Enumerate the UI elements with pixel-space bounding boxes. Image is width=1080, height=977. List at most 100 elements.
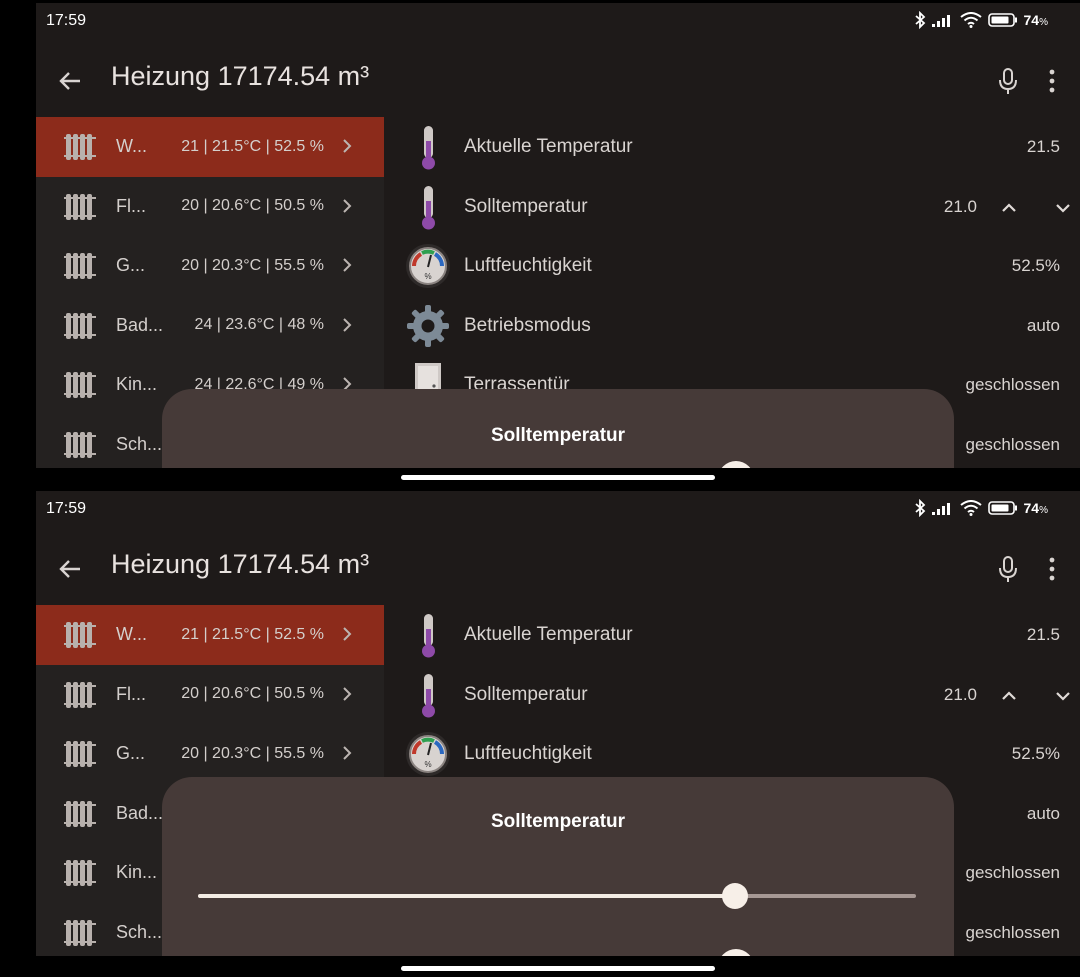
bottom-sheet: Solltemperatur (162, 389, 954, 468)
app-screen: 17:59 74% Heizung 17174.54 m³ W... 21 | … (36, 491, 1080, 956)
detail-label[interactable]: Solltemperatur (464, 196, 588, 218)
sheet-title: Solltemperatur (490, 811, 626, 832)
detail-row-current-temp: Aktuelle Temperatur 21.5 (396, 117, 1080, 177)
wifi-icon (959, 12, 982, 28)
chevron-down-icon[interactable] (1050, 195, 1076, 221)
radiator-icon (64, 431, 96, 458)
room-name: W... (116, 136, 147, 157)
room-item[interactable]: Fl... 20 | 20.6°C | 50.5 % (36, 665, 384, 725)
battery-icon (987, 501, 1017, 515)
detail-value: auto (1026, 803, 1060, 823)
back-arrow-icon[interactable] (52, 551, 88, 587)
chevron-right-icon (343, 139, 352, 153)
room-summary: 21 | 21.5°C | 52.5 % (181, 137, 324, 155)
room-name: Bad... (116, 802, 164, 823)
chevron-up-icon[interactable] (996, 195, 1022, 221)
chevron-right-icon (343, 746, 352, 760)
radiator-icon (64, 193, 96, 220)
cellular-signal-icon (931, 503, 950, 515)
page-title: Heizung 17174.54 m³ (111, 549, 370, 579)
room-name: Sch... (116, 433, 163, 454)
thermometer-icon (422, 185, 435, 229)
thermometer-icon (422, 673, 435, 717)
room-item[interactable]: G... 20 | 20.3°C | 55.5 % (36, 724, 384, 784)
room-name: G... (116, 255, 146, 276)
detail-row-humidity: % Luftfeuchtigkeit 52.5% (396, 724, 1080, 784)
microphone-icon[interactable] (990, 551, 1026, 587)
detail-label: Aktuelle Temperatur (464, 624, 633, 645)
chevron-right-icon (343, 317, 352, 332)
microphone-icon[interactable] (990, 63, 1026, 99)
room-name: Fl... (116, 195, 146, 216)
bluetooth-icon (914, 11, 925, 29)
room-item[interactable]: Bad... 24 | 23.6°C | 48 % (36, 296, 384, 356)
app-bar: Heizung 17174.54 m³ (36, 47, 1080, 111)
room-name: Fl... (116, 683, 146, 704)
status-bar: 17:59 74% (36, 491, 1080, 527)
detail-row-humidity: % Luftfeuchtigkeit 52.5% (396, 236, 1080, 296)
radiator-icon (64, 681, 96, 708)
slider-active-track (198, 894, 736, 898)
detail-label[interactable]: Solltemperatur (464, 684, 588, 706)
battery-icon (987, 13, 1017, 27)
back-arrow-icon[interactable] (52, 63, 88, 99)
detail-row-mode: Betriebsmodus auto (396, 296, 1080, 356)
room-name: Kin... (116, 374, 158, 395)
detail-row-target-temp: Solltemperatur 21.0 (396, 665, 1080, 725)
screenshot-top: 17:59 74% Heizung 17174.54 m³ W... 21 | … (0, 0, 1080, 488)
detail-label: Luftfeuchtigkeit (464, 743, 592, 764)
cellular-signal-icon (931, 15, 950, 27)
bluetooth-icon (914, 499, 925, 517)
room-summary: 20 | 20.6°C | 50.5 % (181, 685, 324, 703)
room-name: Sch... (116, 921, 163, 942)
chevron-up-icon[interactable] (996, 683, 1022, 709)
slider-thumb-peek[interactable] (718, 461, 754, 468)
svg-text:%: % (424, 272, 431, 281)
chevron-down-icon[interactable] (1050, 683, 1076, 709)
detail-value: auto (1026, 315, 1060, 335)
battery-percent: 74% (1023, 500, 1048, 516)
slider-thumb-peek[interactable] (718, 949, 754, 956)
gear-icon (407, 304, 449, 347)
detail-value: 52.5% (1011, 744, 1060, 763)
svg-text:%: % (424, 760, 431, 769)
room-summary: 24 | 23.6°C | 48 % (194, 316, 324, 334)
room-item[interactable]: W... 21 | 21.5°C | 52.5 % (36, 117, 384, 177)
hygrometer-icon: % (406, 732, 450, 776)
status-time: 17:59 (46, 12, 87, 29)
chevron-right-icon (343, 198, 352, 213)
room-item[interactable]: Fl... 20 | 20.6°C | 50.5 % (36, 177, 384, 237)
status-bar: 17:59 74% (36, 3, 1080, 39)
room-summary: 20 | 20.3°C | 55.5 % (181, 256, 324, 274)
hygrometer-icon: % (406, 244, 450, 288)
detail-label: Betriebsmodus (464, 314, 591, 336)
room-item[interactable]: W... 21 | 21.5°C | 52.5 % (36, 605, 384, 665)
detail-value: 21.5 (1026, 137, 1060, 156)
room-summary: 21 | 21.5°C | 52.5 % (181, 625, 324, 643)
detail-value: geschlossen (965, 375, 1060, 394)
detail-value: geschlossen (965, 922, 1060, 942)
detail-value: geschlossen (965, 863, 1060, 882)
thermometer-icon (422, 126, 435, 170)
gesture-nav-bar[interactable] (401, 475, 715, 480)
detail-label: Aktuelle Temperatur (464, 136, 633, 157)
room-summary: 20 | 20.3°C | 55.5 % (181, 744, 324, 762)
room-name: Bad... (116, 314, 164, 335)
room-name: Kin... (116, 862, 158, 883)
chevron-right-icon (343, 686, 352, 701)
more-vert-icon[interactable] (1036, 551, 1068, 587)
app-bar: Heizung 17174.54 m³ (36, 535, 1080, 599)
more-vert-icon[interactable] (1036, 63, 1068, 99)
gesture-nav-bar[interactable] (401, 966, 715, 971)
temperature-slider[interactable] (198, 877, 916, 917)
room-item[interactable]: G... 20 | 20.3°C | 55.5 % (36, 236, 384, 296)
slider-thumb[interactable] (722, 883, 749, 909)
detail-row-target-temp: Solltemperatur 21.0 (396, 177, 1080, 237)
app-screen: 17:59 74% Heizung 17174.54 m³ W... 21 | … (36, 3, 1080, 468)
detail-value: 52.5% (1011, 256, 1060, 275)
chevron-right-icon (343, 627, 352, 641)
detail-value: 21.0 (943, 196, 977, 216)
radiator-icon (64, 622, 96, 648)
radiator-icon (64, 253, 96, 279)
radiator-icon (64, 134, 96, 160)
